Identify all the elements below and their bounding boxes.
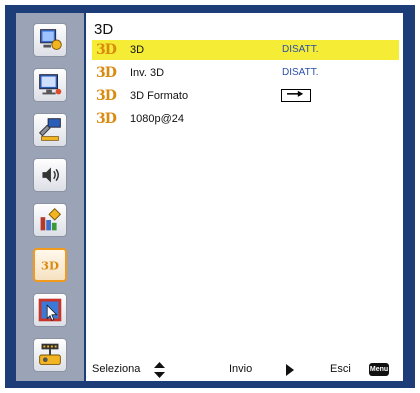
- menu-title: 3D: [94, 21, 114, 38]
- 3d-row-icon: 3D: [96, 88, 117, 104]
- sidebar-item-lan[interactable]: [33, 338, 67, 372]
- osd-footer: Seleziona Invio Esci Menu: [86, 361, 403, 379]
- sidebar-item-options[interactable]: [33, 203, 67, 237]
- menu-row-label: Inv. 3D: [130, 67, 165, 79]
- osd-sidebar: 3D: [16, 13, 84, 381]
- menu-row-1080p24[interactable]: 3D 1080p@24: [92, 109, 399, 129]
- display-settings-icon: [39, 74, 62, 95]
- footer-select-label: Seleziona: [92, 363, 141, 375]
- menu-key-icon: Menu: [369, 363, 389, 376]
- 3d-row-icon: 3D: [96, 42, 117, 58]
- side-by-side-format-icon[interactable]: [281, 89, 311, 102]
- 3d-icon: 3D: [41, 258, 59, 272]
- sidebar-item-audio[interactable]: [33, 158, 67, 192]
- menu-row-value[interactable]: DISATT.: [282, 40, 318, 60]
- sidebar-item-image[interactable]: [33, 23, 67, 57]
- menu-row-label: 3D Formato: [130, 90, 189, 102]
- image-settings-icon: [40, 29, 62, 50]
- sidebar-item-3d[interactable]: 3D: [33, 248, 67, 282]
- footer-enter-label: Invio: [229, 363, 253, 375]
- osd-menu-panel: 3D 3D 3D DISATT. 3D Inv. 3D DISATT. 3D 3…: [86, 13, 403, 381]
- setup-icon: [38, 118, 61, 141]
- up-down-arrows-icon: [154, 362, 165, 378]
- interactive-icon: [38, 298, 62, 322]
- sidebar-3d-label: 3D: [41, 258, 59, 272]
- options-icon: [40, 208, 62, 231]
- menu-row-3d-formato[interactable]: 3D 3D Formato: [92, 86, 399, 106]
- audio-icon: [42, 167, 59, 183]
- 3d-row-icon: 3D: [96, 111, 117, 127]
- menu-row-label: 1080p@24: [130, 113, 184, 125]
- sidebar-item-display[interactable]: [33, 68, 67, 102]
- menu-row-inv-3d[interactable]: 3D Inv. 3D DISATT.: [92, 63, 399, 83]
- menu-row-label: 3D: [130, 44, 145, 56]
- right-arrow-icon: [286, 364, 294, 376]
- menu-row-value[interactable]: DISATT.: [282, 63, 318, 83]
- menu-row-3d[interactable]: 3D 3D DISATT.: [92, 40, 399, 60]
- lan-icon: [39, 343, 61, 365]
- sidebar-item-setup[interactable]: [33, 113, 67, 147]
- 3d-row-icon: 3D: [96, 65, 117, 81]
- sidebar-item-interactive[interactable]: [33, 293, 67, 327]
- footer-exit-label: Esci: [330, 363, 351, 375]
